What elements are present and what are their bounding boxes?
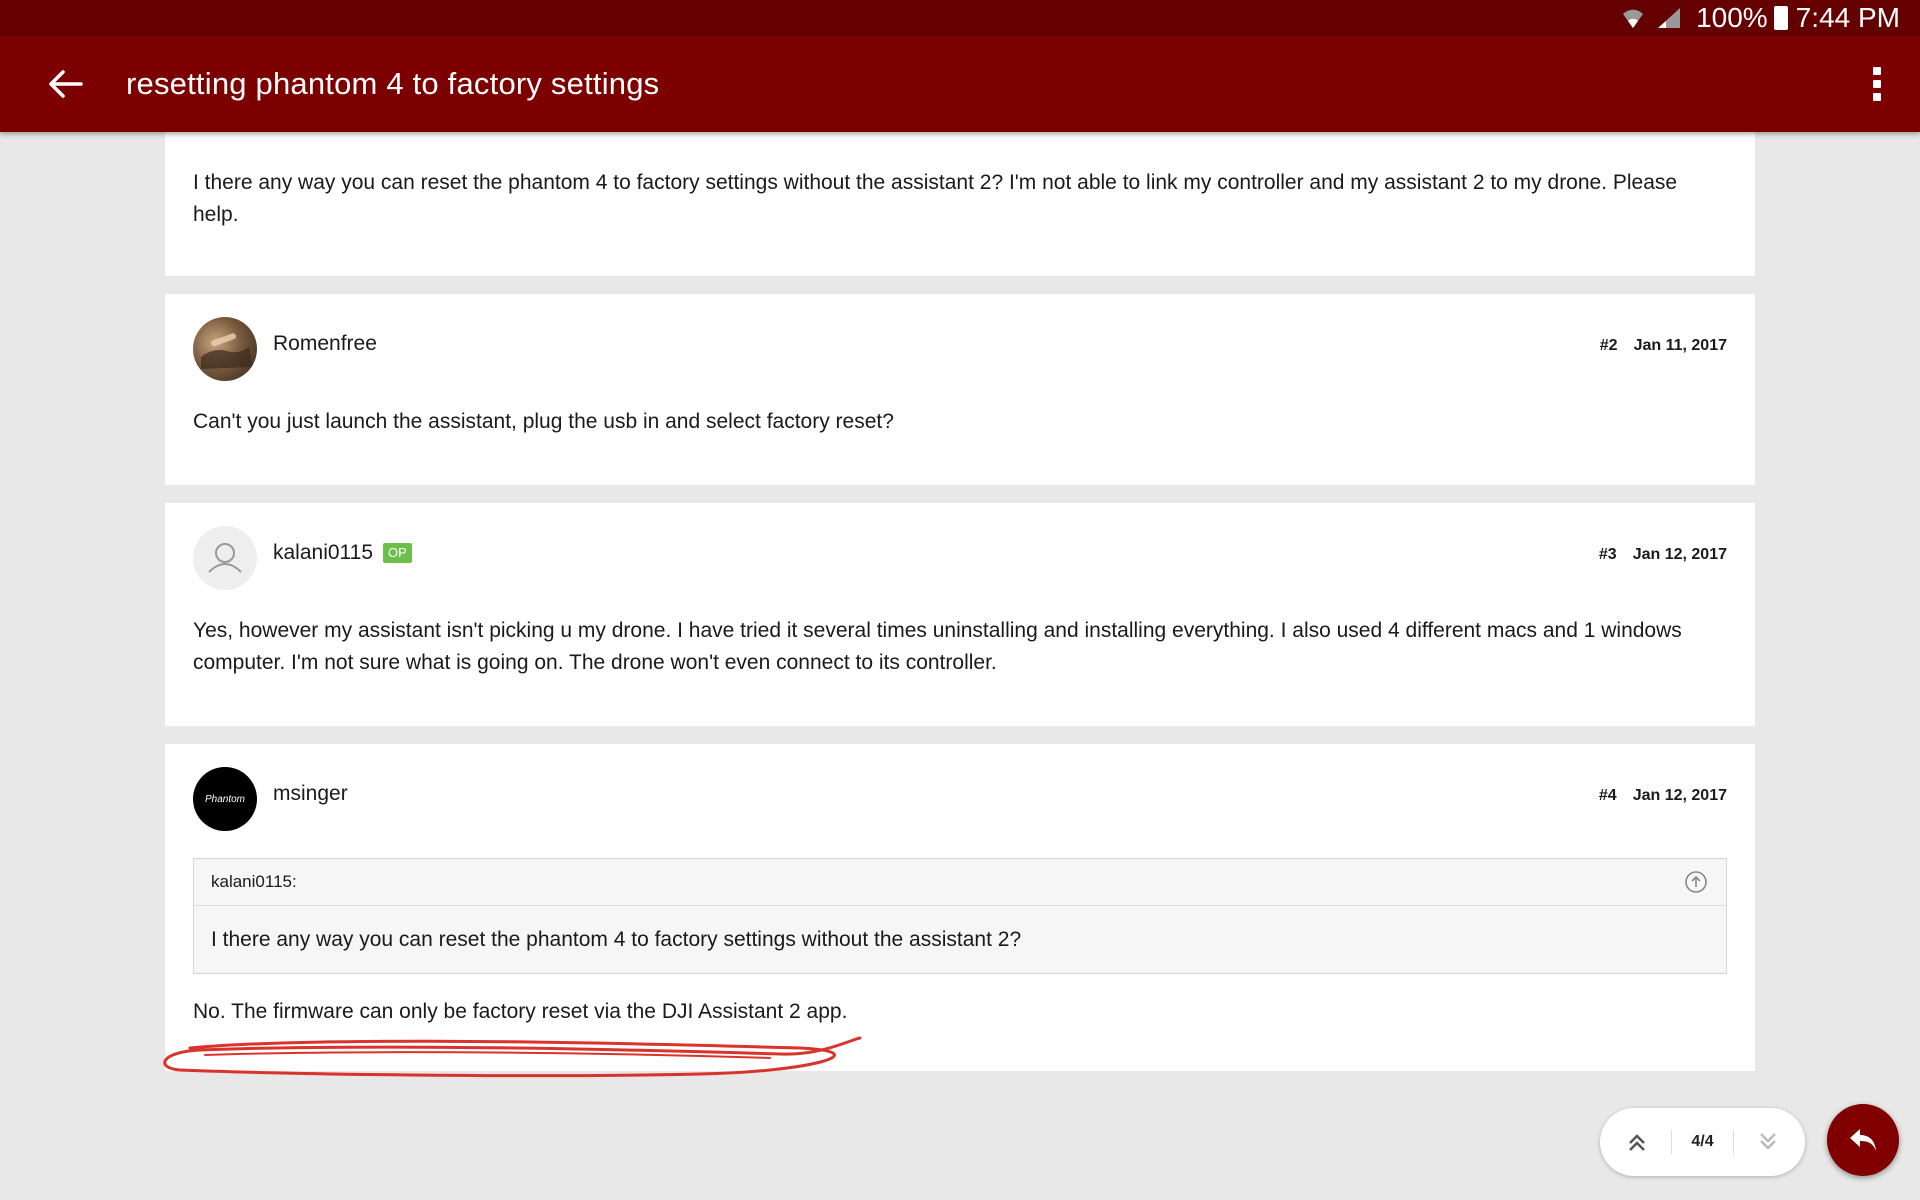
last-page-button[interactable] — [1753, 1127, 1783, 1157]
signal-icon — [1658, 8, 1681, 28]
avatar[interactable] — [193, 526, 257, 590]
chevron-double-up-icon — [1629, 1134, 1645, 1151]
post-date: Jan 12, 2017 — [1632, 787, 1727, 804]
reply-icon — [1850, 1129, 1876, 1151]
battery-percent: 100% — [1696, 2, 1768, 33]
first-page-button[interactable] — [1622, 1127, 1652, 1157]
post-card: I there any way you can reset the phanto… — [165, 132, 1755, 276]
quote-text: I there any way you can reset the phanto… — [211, 928, 1022, 951]
reply-button[interactable] — [1827, 1104, 1899, 1176]
post-number[interactable]: #3 — [1599, 546, 1617, 564]
post-body: I there any way you can reset the phanto… — [193, 171, 1678, 226]
app-bar: resetting phantom 4 to factory settings — [0, 36, 1920, 132]
battery-icon — [1773, 6, 1788, 30]
post-body: No. The firmware can only be factory res… — [193, 1000, 848, 1023]
pagination-control: 4/4 — [1600, 1108, 1805, 1176]
avatar[interactable]: Phantom — [193, 767, 257, 831]
status-bar: 100% 7:44 PM — [0, 0, 1920, 36]
username[interactable]: Romenfree — [273, 332, 377, 356]
post-number[interactable]: #4 — [1599, 787, 1617, 805]
status-icons — [1620, 6, 1682, 30]
post-body: Can't you just launch the assistant, plu… — [193, 410, 894, 433]
annotation-scribble — [163, 1036, 862, 1078]
user-placeholder-icon — [208, 543, 242, 573]
post-date: Jan 11, 2017 — [1633, 337, 1727, 354]
clock: 7:44 PM — [1795, 2, 1900, 33]
quote-block: kalani0115: I there any way you can rese… — [193, 858, 1727, 974]
post-card: Romenfree #2 Jan 11, 2017 Can't you just… — [165, 294, 1755, 485]
post-card: Phantom msinger #4 Jan 12, 2017 kalani01… — [165, 744, 1755, 1071]
post-meta: #2 Jan 11, 2017 — [1600, 337, 1727, 355]
post-card: kalani0115 OP #3 Jan 12, 2017 Yes, howev… — [165, 503, 1755, 726]
more-vert-icon — [1873, 67, 1881, 75]
username[interactable]: msinger — [273, 782, 348, 806]
wifi-icon — [1623, 9, 1644, 28]
post-number[interactable]: #2 — [1600, 337, 1618, 355]
quote-author: kalani0115: — [194, 859, 1726, 906]
quote-up-icon[interactable] — [1684, 870, 1708, 894]
back-button[interactable] — [36, 55, 94, 113]
page-title: resetting phantom 4 to factory settings — [126, 66, 660, 101]
username[interactable]: kalani0115 OP — [273, 541, 412, 565]
more-options-button[interactable] — [1862, 58, 1892, 110]
post-meta: #3 Jan 12, 2017 — [1599, 546, 1727, 564]
post-body: Yes, however my assistant isn't picking … — [193, 619, 1682, 674]
chevron-double-down-icon — [1760, 1133, 1776, 1150]
back-arrow-icon — [49, 70, 83, 98]
post-meta: #4 Jan 12, 2017 — [1599, 787, 1727, 805]
op-badge: OP — [383, 543, 412, 563]
page-indicator[interactable]: 4/4 — [1691, 1133, 1713, 1151]
avatar[interactable] — [193, 317, 257, 381]
post-date: Jan 12, 2017 — [1632, 546, 1727, 563]
